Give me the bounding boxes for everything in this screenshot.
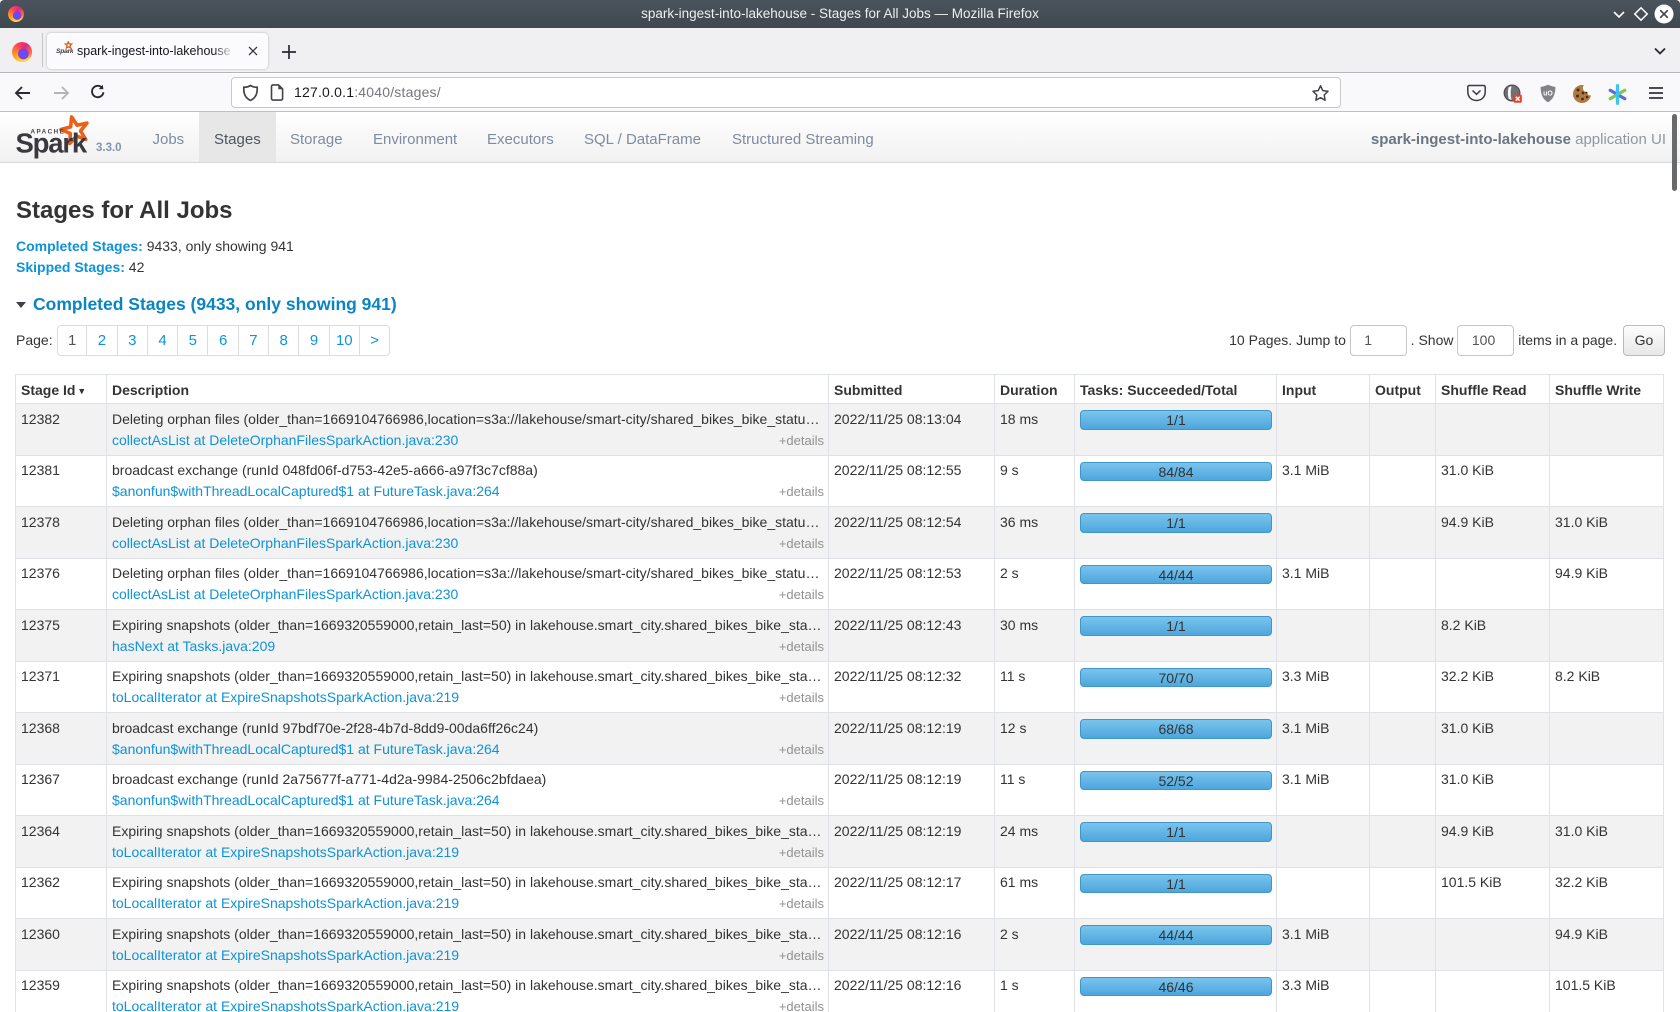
svg-text:uO: uO (1543, 91, 1553, 98)
svg-text:Spark: Spark (56, 48, 73, 55)
